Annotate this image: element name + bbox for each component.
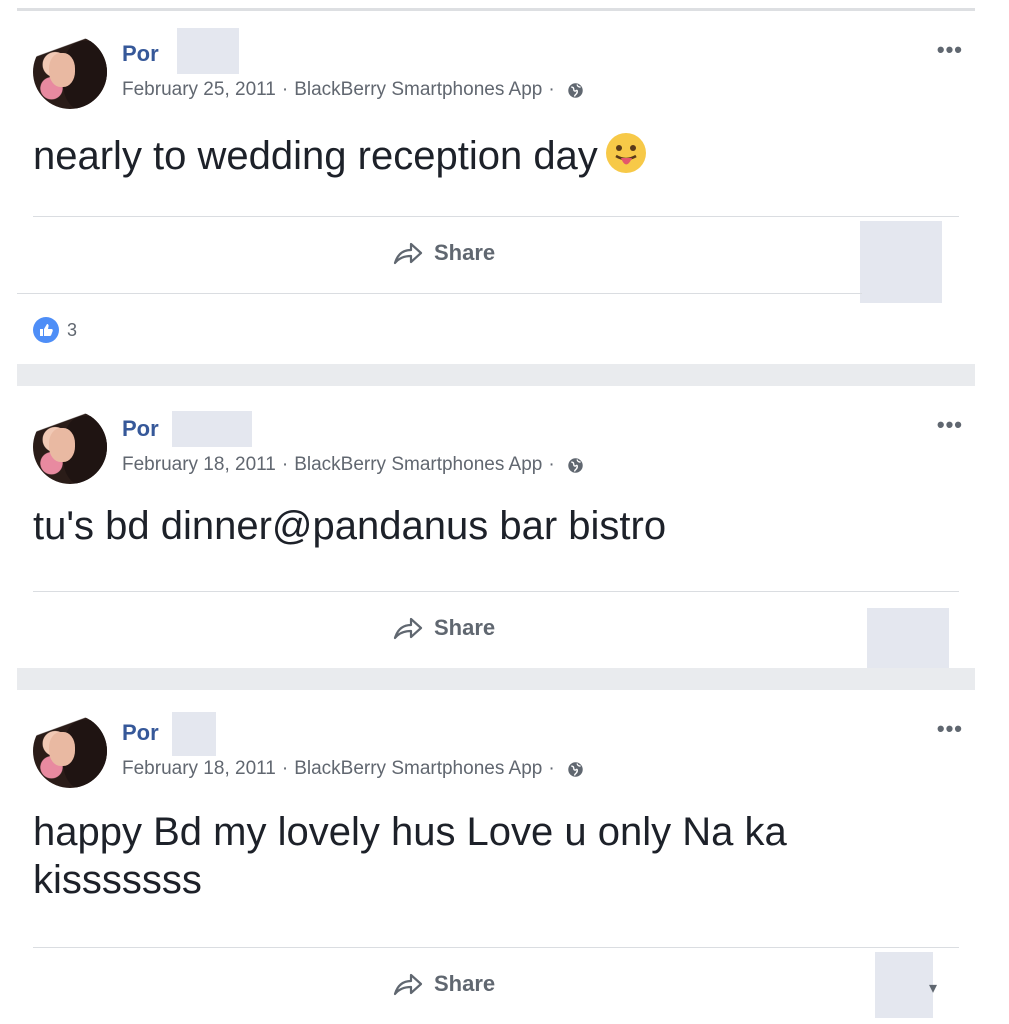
author-name[interactable]: Por — [122, 41, 159, 67]
globe-icon — [567, 761, 583, 777]
post-date[interactable]: February 18, 2011 — [122, 454, 276, 476]
redacted-name-box — [172, 411, 252, 447]
post-text: happy Bd my lovely hus Love u only Na ka… — [33, 808, 913, 904]
more-options-icon[interactable]: ••• — [937, 412, 963, 438]
share-label: Share — [434, 971, 496, 996]
post-text-content: happy Bd my lovely hus Love u only Na ka… — [33, 810, 787, 902]
share-button[interactable]: Share — [392, 614, 495, 642]
post-source[interactable]: BlackBerry Smartphones App — [294, 454, 542, 476]
post-text-content: tu's bd dinner@pandanus bar bistro — [33, 504, 667, 548]
avatar[interactable] — [33, 714, 107, 788]
share-button[interactable]: Share — [392, 239, 495, 267]
share-arrow-icon — [393, 617, 423, 640]
share-label: Share — [434, 615, 496, 640]
divider — [33, 947, 959, 948]
post-2: Por February 18, 2011 · BlackBerry Smart… — [17, 386, 975, 668]
post-meta: February 18, 2011 · BlackBerry Smartphon… — [122, 454, 584, 476]
tongue-out-emoji-icon — [605, 133, 646, 173]
like-thumb-icon — [33, 317, 59, 343]
avatar[interactable] — [33, 35, 107, 109]
feed-gap — [17, 668, 975, 690]
redacted-name-box — [177, 28, 239, 74]
post-text: tu's bd dinner@pandanus bar bistro — [33, 502, 915, 550]
post-text: nearly to wedding reception day — [33, 131, 915, 180]
share-arrow-icon — [393, 242, 423, 265]
author-name[interactable]: Por — [122, 416, 159, 442]
globe-icon — [567, 82, 583, 98]
post-text-content: nearly to wedding reception day — [33, 134, 598, 178]
post-date[interactable]: February 18, 2011 — [122, 758, 276, 780]
news-feed: Por February 25, 2011 · BlackBerry Smart… — [17, 0, 975, 1024]
globe-icon — [567, 457, 583, 473]
redacted-box — [860, 221, 942, 303]
share-label: Share — [434, 240, 496, 265]
like-summary[interactable]: 3 — [33, 317, 77, 343]
post-meta: February 25, 2011 · BlackBerry Smartphon… — [122, 79, 584, 101]
more-options-icon[interactable]: ••• — [937, 37, 963, 63]
post-1: Por February 25, 2011 · BlackBerry Smart… — [17, 11, 975, 364]
post-source[interactable]: BlackBerry Smartphones App — [294, 758, 542, 780]
avatar[interactable] — [33, 410, 107, 484]
redacted-box — [875, 952, 933, 1018]
redacted-box — [867, 608, 949, 668]
post-3: Por February 18, 2011 · BlackBerry Smart… — [17, 690, 975, 1024]
post-source[interactable]: BlackBerry Smartphones App — [294, 79, 542, 101]
post-date[interactable]: February 25, 2011 — [122, 79, 276, 101]
post-meta: February 18, 2011 · BlackBerry Smartphon… — [122, 758, 584, 780]
chevron-down-icon[interactable]: ▾ — [929, 978, 937, 998]
feed-gap — [17, 364, 975, 386]
share-arrow-icon — [393, 973, 423, 996]
more-options-icon[interactable]: ••• — [937, 716, 963, 742]
share-button[interactable]: Share — [392, 970, 495, 998]
author-name[interactable]: Por — [122, 720, 159, 746]
redacted-name-box — [172, 712, 216, 756]
divider — [17, 293, 862, 294]
like-count: 3 — [67, 319, 78, 340]
divider — [33, 216, 959, 217]
divider — [33, 591, 959, 592]
